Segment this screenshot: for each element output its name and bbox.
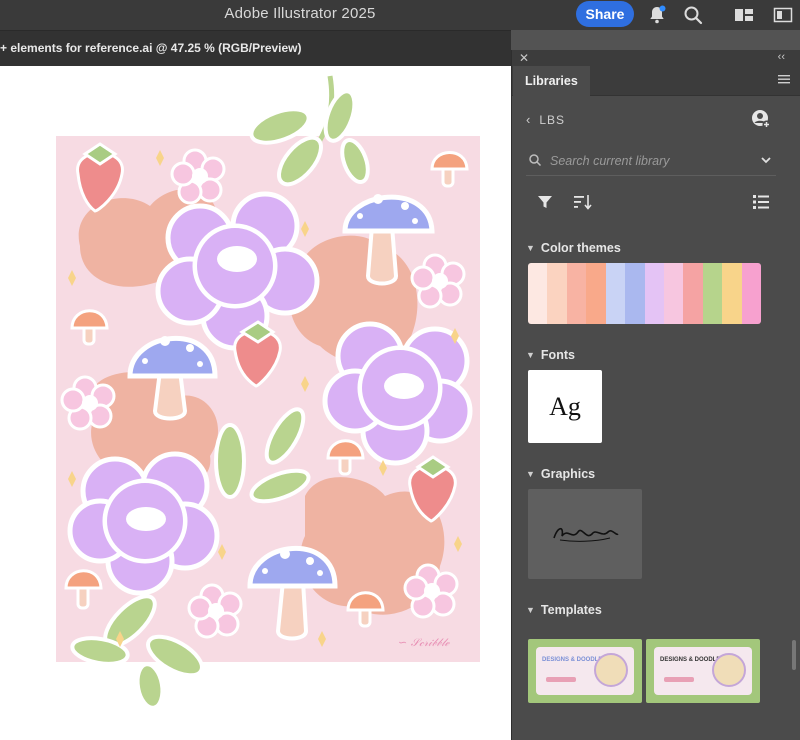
- section-color-themes[interactable]: ▼ Color themes: [526, 241, 621, 255]
- chevron-down-icon[interactable]: [760, 154, 772, 166]
- scrollbar-thumb[interactable]: [792, 640, 796, 670]
- template-preview: DESIGNS & DOODLES: [654, 647, 752, 695]
- library-search[interactable]: [526, 146, 776, 176]
- filter-icon[interactable]: [536, 193, 554, 211]
- title-bar: Adobe Illustrator 2025 Share: [0, 0, 800, 30]
- section-templates[interactable]: ▼ Templates: [526, 603, 602, 617]
- section-label: Templates: [540, 603, 602, 617]
- share-button[interactable]: Share: [576, 1, 634, 27]
- template-image: [712, 653, 746, 687]
- add-user-icon[interactable]: [750, 108, 772, 130]
- document-tab[interactable]: + elements for reference.ai @ 47.25 % (R…: [0, 41, 302, 55]
- theme-color-7: [644, 263, 664, 324]
- template-thumbnail[interactable]: DESIGNS & DOODLES: [646, 639, 760, 703]
- library-breadcrumb[interactable]: ‹ LBS: [526, 112, 565, 127]
- app-title: Adobe Illustrator 2025: [224, 5, 376, 22]
- document-tab-bar: + elements for reference.ai @ 47.25 % (R…: [0, 30, 511, 66]
- section-label: Color themes: [540, 241, 621, 255]
- workspace-icon[interactable]: [733, 4, 755, 26]
- template-thumbnail[interactable]: DESIGNS & DOODLES: [528, 639, 642, 703]
- theme-color-6: [625, 263, 645, 324]
- theme-color-3: [566, 263, 587, 324]
- canvas[interactable]: ∽ 𝒮𝒸𝓇𝒾𝒷𝒷𝓁ℯ: [0, 66, 511, 740]
- template-preview: DESIGNS & DOODLES: [536, 647, 634, 695]
- panel-toggle-icon[interactable]: [772, 4, 794, 26]
- section-label: Graphics: [540, 467, 596, 481]
- library-name: LBS: [539, 113, 566, 127]
- bell-icon[interactable]: [646, 4, 668, 26]
- chevron-down-icon: ▼: [526, 605, 535, 615]
- collapse-icon[interactable]: ‹‹: [778, 50, 785, 64]
- close-icon[interactable]: ✕: [519, 51, 529, 65]
- theme-color-9: [683, 263, 703, 324]
- signature-graphic: [553, 527, 619, 542]
- artwork[interactable]: ∽ 𝒮𝒸𝓇𝒾𝒷𝒷𝓁ℯ: [0, 66, 511, 740]
- theme-color-8: [663, 263, 684, 324]
- section-graphics[interactable]: ▼ Graphics: [526, 467, 595, 481]
- signature-logo: ∽ 𝒮𝒸𝓇𝒾𝒷𝒷𝓁ℯ: [398, 636, 451, 649]
- theme-color-11: [722, 263, 742, 324]
- libraries-panel: ✕ ‹‹ Libraries ‹ LBS Search current libr…: [511, 50, 800, 740]
- theme-color-12: [741, 263, 761, 324]
- search-icon[interactable]: [682, 4, 704, 26]
- theme-color-10: [702, 263, 723, 324]
- search-icon: [529, 154, 542, 167]
- list-view-icon[interactable]: [752, 193, 770, 211]
- search-input[interactable]: [550, 151, 750, 171]
- tab-libraries[interactable]: Libraries: [513, 66, 590, 96]
- theme-color-1: [528, 263, 548, 324]
- chevron-down-icon: ▼: [526, 350, 535, 360]
- panel-tab-bar: Libraries: [512, 66, 800, 96]
- section-label: Fonts: [540, 348, 575, 362]
- sort-icon[interactable]: [573, 193, 593, 211]
- template-pill: [546, 677, 576, 682]
- font-tile[interactable]: Ag: [528, 370, 602, 443]
- graphic-tile[interactable]: [528, 489, 642, 579]
- back-chevron-icon[interactable]: ‹: [526, 112, 531, 127]
- section-fonts[interactable]: ▼ Fonts: [526, 348, 575, 362]
- color-theme-swatch[interactable]: [528, 263, 761, 324]
- theme-color-4: [586, 263, 606, 324]
- template-image: [594, 653, 628, 687]
- theme-color-2: [547, 263, 567, 324]
- panel-scrollbar[interactable]: [790, 70, 798, 740]
- theme-color-5: [605, 263, 626, 324]
- chevron-down-icon: ▼: [526, 469, 535, 479]
- chevron-down-icon: ▼: [526, 243, 535, 253]
- template-pill: [664, 677, 694, 682]
- panel-header-strip: ✕ ‹‹: [512, 50, 800, 66]
- panel-menu-icon[interactable]: [777, 72, 791, 86]
